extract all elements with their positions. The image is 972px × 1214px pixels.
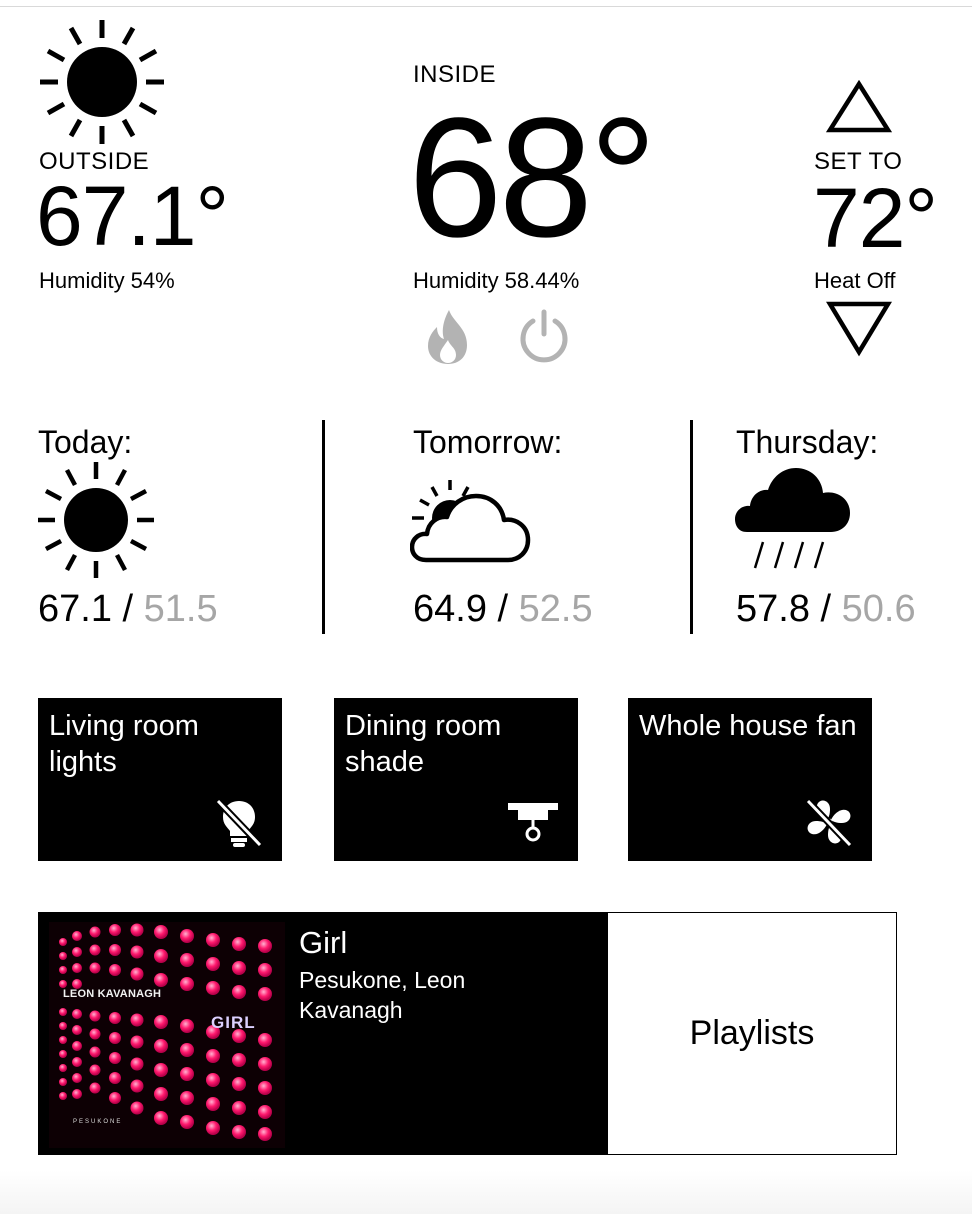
tile-whole-house-fan[interactable]: Whole house fan — [628, 698, 872, 861]
album-art-dots — [49, 922, 285, 1148]
tile-dining-room-shade[interactable]: Dining room shade — [334, 698, 578, 861]
forecast-low: 52.5 — [518, 588, 593, 630]
forecast-divider — [690, 420, 693, 634]
tile-living-room-lights[interactable]: Living room lights — [38, 698, 282, 861]
forecast-separator: / — [486, 588, 519, 630]
music-player[interactable]: LEON KAVANAGH GIRL PESUKONE Girl Pesukon… — [38, 912, 897, 1155]
rain-cloud-icon — [735, 468, 850, 569]
forecast-low: 51.5 — [143, 588, 218, 630]
sun-icon — [40, 20, 164, 144]
lightbulb-off-icon — [215, 798, 263, 848]
forecast-day-thursday: Thursday: — [736, 424, 879, 460]
track-title: Girl — [299, 925, 348, 960]
forecast-day-tomorrow: Tomorrow: — [413, 424, 563, 460]
inside-humidity: Humidity 58.44% — [413, 268, 580, 293]
triangle-up-icon[interactable] — [826, 80, 892, 134]
tile-label: Living room lights — [49, 710, 199, 778]
forecast-high: 67.1 — [38, 588, 112, 630]
top-divider — [0, 6, 972, 7]
forecast-separator: / — [111, 588, 144, 630]
shade-icon — [508, 803, 558, 842]
outside-temperature: 67.1° — [36, 169, 229, 263]
forecast-temps-tomorrow: 64.9 / 52.5 — [413, 588, 593, 631]
partly-cloudy-icon — [410, 480, 531, 563]
playlists-button[interactable]: Playlists — [608, 913, 896, 1154]
album-art-label: PESUKONE — [73, 1119, 123, 1125]
bottom-shadow — [0, 1170, 972, 1214]
setpoint-temperature: 72° — [813, 171, 938, 265]
forecast-temps-today: 67.1 / 51.5 — [38, 588, 218, 631]
album-art-artist: LEON KAVANAGH — [63, 988, 162, 1000]
album-art-title: GIRL — [211, 1013, 256, 1032]
flame-icon[interactable] — [423, 308, 473, 366]
forecast-temps-thursday: 57.8 / 50.6 — [736, 588, 916, 631]
inside-temperature: 68° — [408, 83, 657, 273]
forecast-divider — [322, 420, 325, 634]
tile-label: Dining room shade — [345, 710, 502, 778]
power-icon[interactable] — [516, 308, 572, 364]
triangle-down-icon[interactable] — [826, 300, 892, 358]
heat-status: Heat Off — [814, 268, 896, 293]
forecast-separator: / — [809, 588, 842, 630]
outside-humidity: Humidity 54% — [39, 268, 175, 293]
tile-label: Whole house fan — [639, 710, 857, 742]
track-artist: Pesukone, Leon Kavanagh — [299, 967, 466, 1023]
forecast-high: 57.8 — [736, 588, 810, 630]
forecast-high: 64.9 — [413, 588, 487, 630]
forecast-day-today: Today: — [38, 424, 133, 460]
fan-off-icon — [805, 798, 853, 848]
album-art: LEON KAVANAGH GIRL PESUKONE — [49, 922, 285, 1148]
forecast-low: 50.6 — [841, 588, 916, 630]
sun-icon — [38, 462, 154, 578]
